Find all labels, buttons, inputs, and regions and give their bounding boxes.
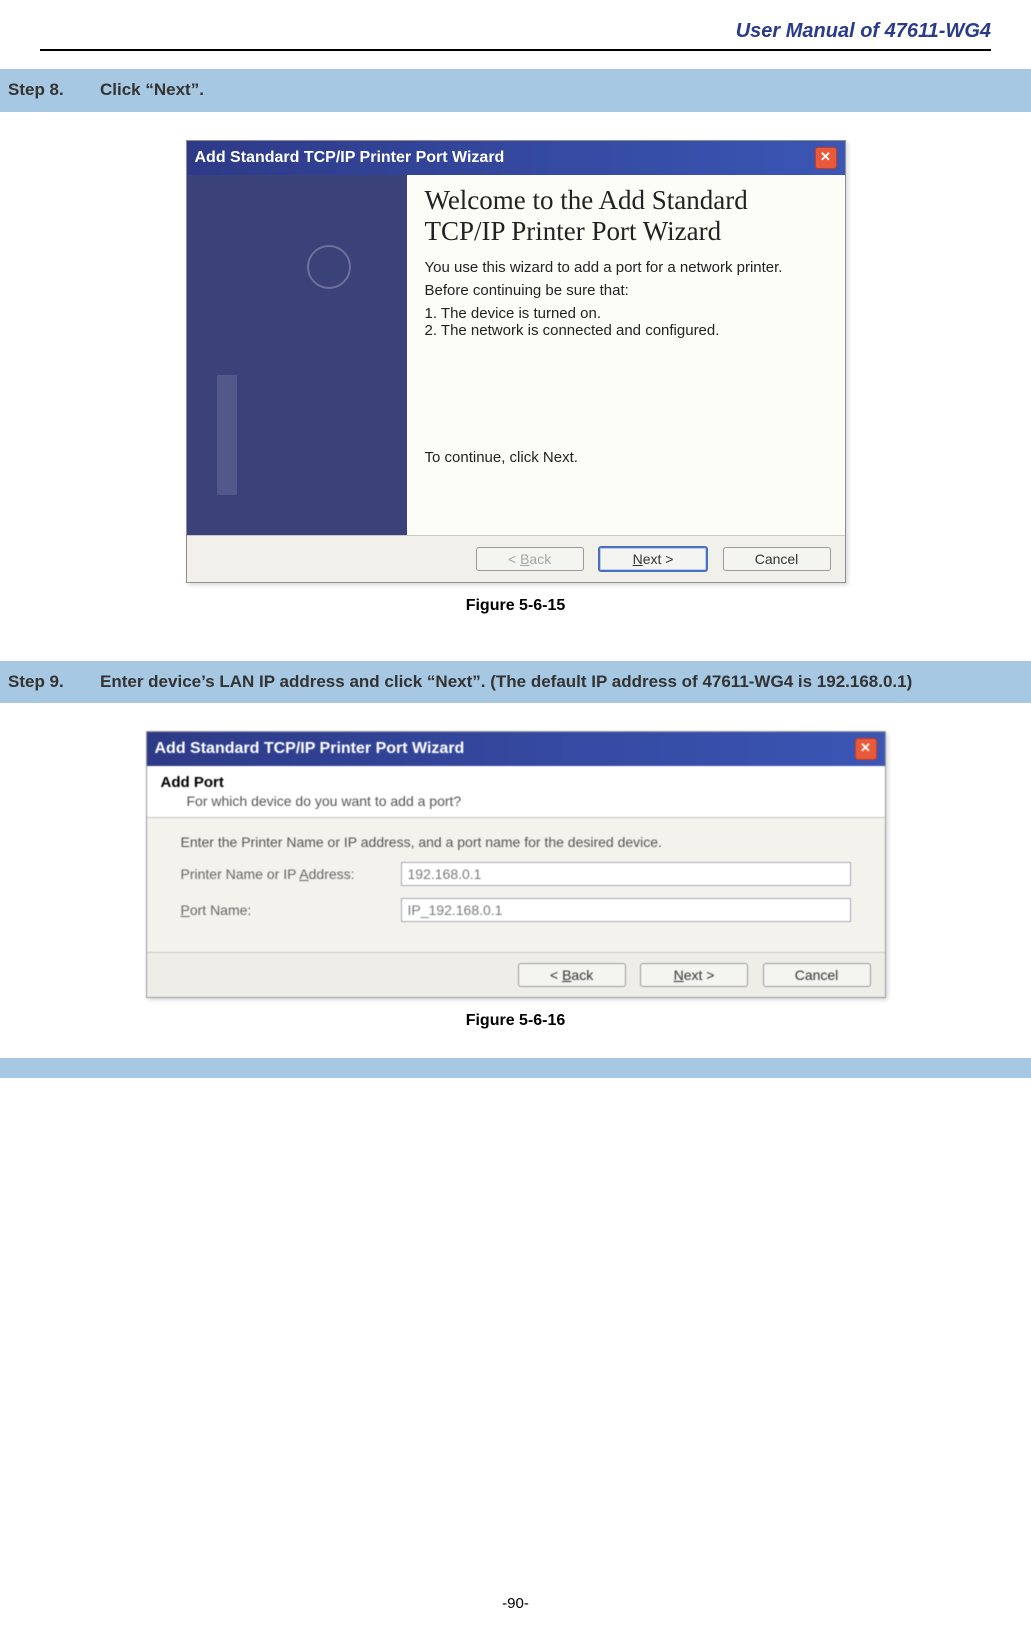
next-button[interactable]: Next > xyxy=(598,546,708,572)
wizard-1-titlebar: Add Standard TCP/IP Printer Port Wizard … xyxy=(187,141,845,175)
wizard-2-header: Add Port For which device do you want to… xyxy=(147,766,885,818)
section-divider-bar xyxy=(0,1058,1031,1078)
ip-address-field[interactable]: 192.168.0.1 xyxy=(401,862,851,886)
step-8-label: Step 8. xyxy=(4,75,100,106)
close-icon[interactable]: ✕ xyxy=(855,738,877,760)
wizard-2-h2: For which device do you want to add a po… xyxy=(161,791,871,809)
back-button[interactable]: < Back xyxy=(518,963,626,987)
figure-caption-2: Figure 5-6-16 xyxy=(40,1012,991,1030)
step-9-label: Step 9. xyxy=(4,667,100,698)
wizard-1-heading: Welcome to the Add Standard TCP/IP Print… xyxy=(425,185,827,247)
wizard-1-window: Add Standard TCP/IP Printer Port Wizard … xyxy=(186,140,846,583)
step-9-desc: Enter device’s LAN IP address and click … xyxy=(100,667,1027,698)
wizard-1-title: Add Standard TCP/IP Printer Port Wizard xyxy=(195,149,505,167)
page-number: -90- xyxy=(0,1595,1031,1612)
wizard-1-button-row: < Back Next > Cancel xyxy=(187,535,845,582)
wizard-1-item-2: 2. The network is connected and configur… xyxy=(425,322,827,339)
figure-caption-1: Figure 5-6-15 xyxy=(40,597,991,615)
port-name-field[interactable]: IP_192.168.0.1 xyxy=(401,898,851,922)
step-8-bar: Step 8. Click “Next”. xyxy=(0,69,1031,112)
wizard-1-item-1: 1. The device is turned on. xyxy=(425,305,827,322)
wizard-2-button-row: < Back Next > Cancel xyxy=(147,952,885,997)
port-name-label: Port Name: xyxy=(181,902,401,918)
wizard-2-window: Add Standard TCP/IP Printer Port Wizard … xyxy=(146,731,886,998)
wizard-1-line-1: You use this wizard to add a port for a … xyxy=(425,259,827,276)
next-button[interactable]: Next > xyxy=(640,963,748,987)
wizard-1-continue: To continue, click Next. xyxy=(425,449,827,466)
step-9-bar: Step 9. Enter device’s LAN IP address an… xyxy=(0,661,1031,704)
wizard-2-title: Add Standard TCP/IP Printer Port Wizard xyxy=(155,740,465,758)
wizard-2-instruction: Enter the Printer Name or IP address, an… xyxy=(181,834,851,850)
wizard-2-h1: Add Port xyxy=(161,774,871,791)
cancel-button[interactable]: Cancel xyxy=(723,547,831,571)
cancel-button[interactable]: Cancel xyxy=(763,963,871,987)
wizard-side-graphic xyxy=(187,175,407,535)
wizard-2-titlebar: Add Standard TCP/IP Printer Port Wizard … xyxy=(147,732,885,766)
ip-address-label: Printer Name or IP Address: xyxy=(181,866,401,882)
back-button[interactable]: < Back xyxy=(476,547,584,571)
wizard-1-line-2: Before continuing be sure that: xyxy=(425,282,827,299)
close-icon[interactable]: ✕ xyxy=(815,147,837,169)
document-header: User Manual of 47611-WG4 xyxy=(40,20,991,51)
step-8-desc: Click “Next”. xyxy=(100,75,1027,106)
